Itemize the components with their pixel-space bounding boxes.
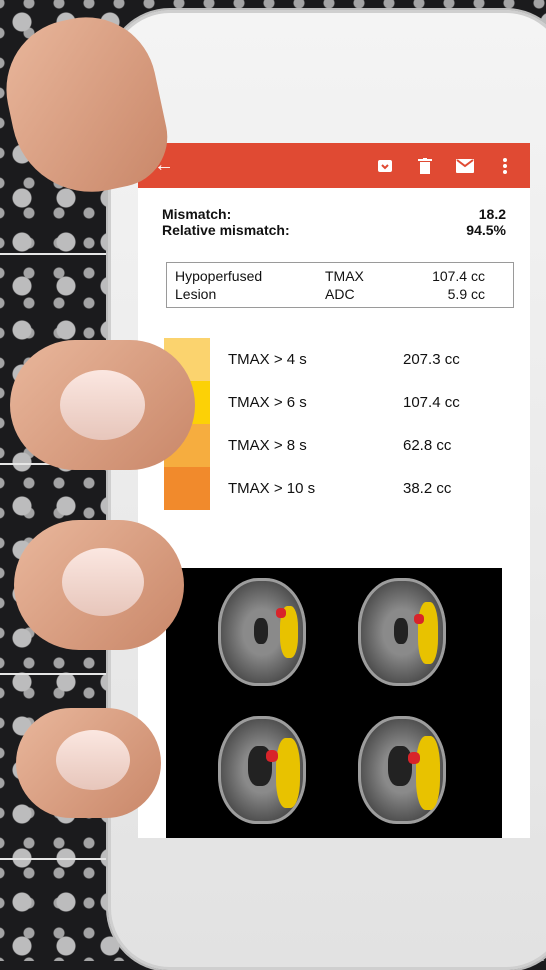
tmax-label: TMAX > 4 s — [228, 351, 307, 368]
row-label: Hypoperfused — [175, 268, 263, 284]
tmax-label: TMAX > 10 s — [228, 480, 316, 497]
row-label: Lesion — [175, 286, 217, 302]
tmax-row: TMAX > 8 s 62.8 cc — [164, 424, 530, 467]
tmax-value: 62.8 cc — [403, 437, 452, 454]
app-toolbar: ← — [138, 143, 530, 188]
relative-mismatch-label: Relative mismatch: — [162, 222, 290, 238]
mismatch-summary: Mismatch: 18.2 Relative mismatch: 94.5% — [138, 188, 530, 238]
row-metric: ADC — [325, 286, 355, 302]
tmax-row: TMAX > 10 s 38.2 cc — [164, 467, 530, 510]
row-metric: TMAX — [325, 268, 364, 284]
finger — [14, 520, 184, 650]
brain-scan-image — [358, 578, 446, 686]
tmax-value: 107.4 cc — [403, 394, 460, 411]
mismatch-row: Mismatch: 18.2 — [162, 206, 506, 222]
finger — [16, 708, 161, 818]
tmax-value: 38.2 cc — [403, 480, 452, 497]
table-row: Lesion ADC 5.9 cc — [175, 285, 505, 303]
brain-scan-image — [358, 716, 446, 824]
row-value: 107.4 cc — [432, 268, 485, 284]
lesion-volume-table: Hypoperfused TMAX 107.4 cc Lesion ADC 5.… — [166, 262, 514, 308]
mri-scan-panel — [166, 568, 502, 838]
phone-screen: ← Mismatch: 18.2 Relative mismatch: 94.5… — [138, 143, 530, 838]
divider-line — [0, 673, 110, 675]
mismatch-value: 18.2 — [478, 206, 506, 222]
tmax-threshold-table: TMAX > 4 s 207.3 cc TMAX > 6 s 107.4 cc … — [164, 338, 530, 510]
more-vert-icon[interactable] — [496, 157, 514, 175]
divider-line — [0, 858, 110, 860]
tmax-value: 207.3 cc — [403, 351, 460, 368]
archive-icon[interactable] — [376, 157, 394, 175]
finger — [10, 340, 195, 470]
tmax-row: TMAX > 6 s 107.4 cc — [164, 381, 530, 424]
mail-icon[interactable] — [456, 157, 474, 175]
tmax-label: TMAX > 8 s — [228, 437, 307, 454]
toolbar-actions — [376, 157, 514, 175]
row-value: 5.9 cc — [447, 286, 485, 302]
tmax-row: TMAX > 4 s 207.3 cc — [164, 338, 530, 381]
divider-line — [0, 253, 110, 255]
trash-icon[interactable] — [416, 157, 434, 175]
table-row: Hypoperfused TMAX 107.4 cc — [175, 267, 505, 285]
color-swatch — [164, 467, 210, 510]
brain-scan-image — [218, 716, 306, 824]
relative-mismatch-value: 94.5% — [466, 222, 506, 238]
tmax-label: TMAX > 6 s — [228, 394, 307, 411]
relative-mismatch-row: Relative mismatch: 94.5% — [162, 222, 506, 238]
brain-scan-image — [218, 578, 306, 686]
mismatch-label: Mismatch: — [162, 206, 232, 222]
